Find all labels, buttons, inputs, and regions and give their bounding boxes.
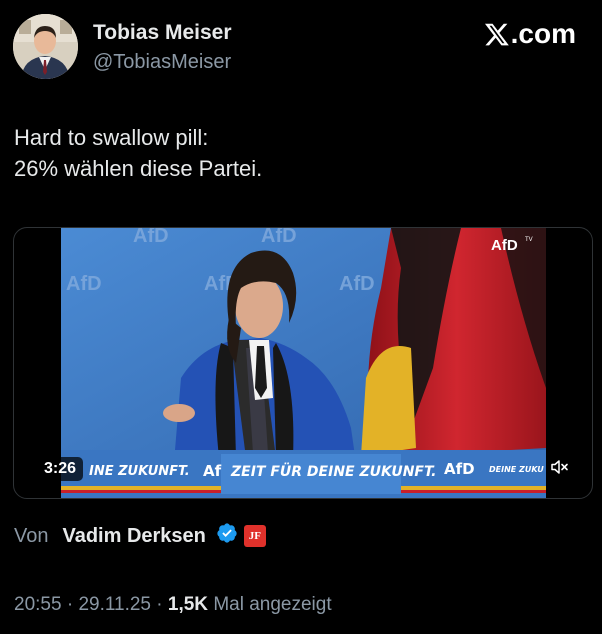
- corner-logo-sup: TV: [525, 237, 533, 243]
- source-name-link[interactable]: Vadim Derksen: [62, 525, 205, 548]
- profile-photo: [13, 14, 78, 79]
- meta-separator: ·: [66, 594, 74, 615]
- corner-logo: AfD: [491, 237, 518, 254]
- author-block: Tobias Meiser @TobiasMeiser: [93, 20, 232, 75]
- video-duration: 3:26: [37, 457, 84, 481]
- banner-logo-right: AfD: [444, 460, 475, 478]
- site-logo: .com: [484, 18, 576, 50]
- avatar[interactable]: [13, 14, 78, 79]
- video-still: AfD AfD AfD AfD AfD AfD TV INE ZUKUNFT. …: [61, 228, 546, 498]
- mute-button[interactable]: [546, 453, 574, 481]
- from-label: Von: [14, 524, 49, 547]
- tweet-time[interactable]: 20:55: [14, 594, 62, 615]
- views-label: Mal angezeigt: [213, 594, 332, 615]
- tweet-line-1: Hard to swallow pill:: [14, 125, 209, 150]
- x-logo-icon: [484, 23, 509, 46]
- verified-badge-icon: [216, 522, 238, 550]
- site-logo-text: .com: [510, 18, 576, 49]
- video-player[interactable]: AfD AfD AfD AfD AfD AfD TV INE ZUKUNFT. …: [13, 227, 593, 499]
- tweet-text: Hard to swallow pill: 26% wählen diese P…: [14, 122, 584, 184]
- wall-logo: AfD: [133, 228, 169, 247]
- attribution-row: Von Vadim Derksen JF: [14, 522, 266, 550]
- author-display-name[interactable]: Tobias Meiser: [93, 20, 232, 46]
- wall-logo: AfD: [261, 228, 297, 247]
- meta-separator: ·: [156, 594, 163, 615]
- tweet-meta: 20:55 · 29.11.25 · 1,5K Mal angezeigt: [14, 594, 332, 616]
- author-handle[interactable]: @TobiasMeiser: [93, 49, 232, 75]
- volume-muted-icon: [551, 460, 568, 474]
- tweet-line-2: 26% wählen diese Partei.: [14, 156, 263, 181]
- views-count: 1,5K: [167, 594, 209, 615]
- banner-logo-left: Af: [203, 462, 222, 480]
- video-frame: AfD AfD AfD AfD AfD AfD TV INE ZUKUNFT. …: [61, 228, 546, 498]
- banner-text-right: DEINE ZUKU: [489, 465, 544, 474]
- wall-logo: AfD: [339, 273, 375, 295]
- tweet-date[interactable]: 29.11.25: [78, 594, 151, 615]
- affiliate-badge[interactable]: JF: [243, 525, 266, 547]
- banner-text-left: INE ZUKUNFT.: [89, 464, 190, 479]
- banner-text-main: ZEIT FÜR DEINE ZUKUNFT.: [230, 462, 437, 480]
- wall-logo: AfD: [66, 273, 102, 295]
